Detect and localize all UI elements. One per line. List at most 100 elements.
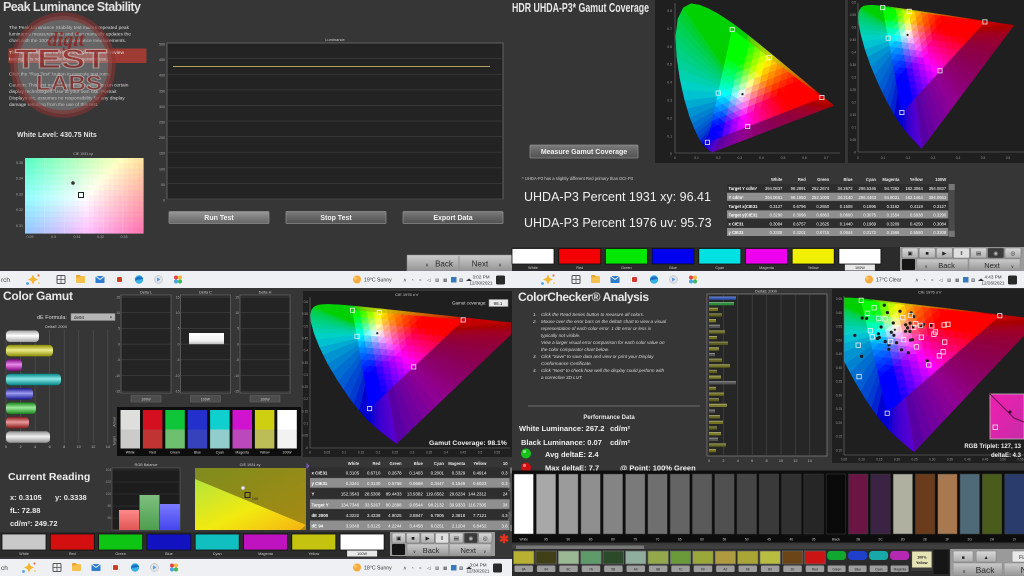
svg-text:0.3: 0.3 <box>501 471 508 476</box>
svg-text:98.1: 98.1 <box>494 301 503 306</box>
svg-text:98: 98 <box>746 568 750 572</box>
svg-text:34: 34 <box>503 502 508 507</box>
svg-text:0.45: 0.45 <box>302 336 308 340</box>
svg-text:0.3172: 0.3172 <box>863 230 876 235</box>
svg-text:13.9382: 13.9382 <box>407 492 423 497</box>
svg-text:98.2132: 98.2132 <box>428 502 444 507</box>
svg-text:White Luminance: 267.2: White Luminance: 267.2 <box>519 424 604 433</box>
svg-text:2E: 2E <box>791 568 795 572</box>
svg-text:ColorChecker® Analysis: ColorChecker® Analysis <box>518 290 649 304</box>
svg-text:ch: ch <box>1 565 8 572</box>
svg-text:12: 12 <box>91 445 95 449</box>
svg-text:y CIE31: y CIE31 <box>729 230 745 235</box>
svg-text:Red: Red <box>69 552 76 556</box>
svg-text:3.4338: 3.4338 <box>367 513 381 518</box>
svg-text:TEST: TEST <box>15 44 108 74</box>
svg-text:FL: FL <box>1019 555 1024 561</box>
svg-text:0.8: 0.8 <box>667 9 672 13</box>
svg-text:65: 65 <box>678 538 682 542</box>
svg-text:100W: 100W <box>282 451 292 455</box>
svg-text:0.35: 0.35 <box>16 161 23 165</box>
svg-text:Actual: Actual <box>508 482 512 491</box>
svg-text:◉: ◉ <box>468 536 473 542</box>
svg-text:0.33: 0.33 <box>16 192 23 196</box>
svg-text:0.2: 0.2 <box>852 101 857 105</box>
svg-text:▲: ▲ <box>984 555 989 561</box>
svg-text:fL: 72.88: fL: 72.88 <box>10 506 40 515</box>
svg-text:Green: Green <box>170 451 180 455</box>
svg-text:-10: -10 <box>175 374 180 378</box>
svg-text:5B: 5B <box>611 568 615 572</box>
svg-text:0.3329: 0.3329 <box>452 471 466 476</box>
svg-text:0.4119: 0.4119 <box>910 204 923 209</box>
svg-text:▤: ▤ <box>454 536 460 542</box>
svg-text:▧: ▧ <box>459 566 464 571</box>
svg-text:3.9348: 3.9348 <box>346 524 360 529</box>
svg-text:1.: 1. <box>533 312 537 317</box>
svg-text:0: 0 <box>118 342 120 346</box>
svg-text:Peak Luminance Stability: Peak Luminance Stability <box>3 0 141 14</box>
svg-text:80: 80 <box>611 538 615 542</box>
svg-text:▤: ▤ <box>976 251 982 257</box>
svg-text:4: 4 <box>737 459 739 463</box>
svg-text:Cyan: Cyan <box>434 461 445 466</box>
svg-text:White: White <box>519 538 528 542</box>
svg-text:0.2: 0.2 <box>667 116 672 120</box>
svg-text:0: 0 <box>178 342 180 346</box>
svg-text:-15: -15 <box>175 390 180 394</box>
svg-text:◁: ◁ <box>427 278 431 283</box>
svg-text:Delta L: Delta L <box>140 291 152 295</box>
svg-text:0.40: 0.40 <box>964 458 970 462</box>
svg-text:500: 500 <box>159 43 165 47</box>
svg-text:2I: 2I <box>1013 538 1016 542</box>
svg-text:0.5: 0.5 <box>781 156 786 160</box>
svg-text:0.25: 0.25 <box>911 458 917 462</box>
svg-text:Delta C: Delta C <box>199 291 212 295</box>
svg-text:Yellow: Yellow <box>308 552 319 556</box>
svg-text:200: 200 <box>159 136 165 140</box>
svg-text:0.1: 0.1 <box>881 156 886 160</box>
svg-text:0.3201: 0.3201 <box>793 230 806 235</box>
svg-text:3.: 3. <box>533 354 537 359</box>
svg-text:Red: Red <box>372 461 380 466</box>
svg-text:100W: 100W <box>141 397 151 401</box>
svg-text:0.6: 0.6 <box>852 1 857 5</box>
svg-text:Gamut coverage:: Gamut coverage: <box>452 301 487 306</box>
svg-text:0.3084: 0.3084 <box>770 221 783 226</box>
svg-text:Yellow: Yellow <box>916 561 928 565</box>
svg-text:0.45: 0.45 <box>850 38 856 42</box>
svg-text:0.31: 0.31 <box>16 224 23 228</box>
svg-text:0.3: 0.3 <box>931 156 936 160</box>
svg-text:0.55: 0.55 <box>302 312 308 316</box>
svg-text:0.1508: 0.1508 <box>840 204 853 209</box>
svg-text:Cyan: Cyan <box>213 552 222 556</box>
svg-text:* UHDA-P3 has a slightly diffe: * UHDA-P3 has a slightly different Red p… <box>522 176 634 181</box>
svg-text:0.3290: 0.3290 <box>770 213 783 218</box>
svg-text:Magenta: Magenta <box>882 177 900 182</box>
svg-text:dE Formula:: dE Formula: <box>37 315 67 321</box>
svg-text:0.1549: 0.1549 <box>452 481 466 486</box>
svg-text:Export Data: Export Data <box>433 215 472 222</box>
svg-text:0.15: 0.15 <box>836 435 842 439</box>
svg-text:0.60: 0.60 <box>836 311 842 315</box>
svg-text:White: White <box>771 177 783 182</box>
svg-text:Green: Green <box>817 177 830 182</box>
svg-text:96: 96 <box>107 516 111 520</box>
svg-text:-5: -5 <box>176 358 179 362</box>
svg-text:Yellow: Yellow <box>260 451 270 455</box>
svg-text:0.3: 0.3 <box>737 156 742 160</box>
svg-text:3.8847: 3.8847 <box>409 513 423 518</box>
svg-text:70: 70 <box>656 538 660 542</box>
svg-text:0.7: 0.7 <box>667 27 672 31</box>
svg-text:152.3543: 152.3543 <box>341 492 360 497</box>
svg-text:9.0544: 9.0544 <box>409 502 423 507</box>
svg-text:0.6863: 0.6863 <box>816 213 829 218</box>
svg-text:0.2: 0.2 <box>906 156 911 160</box>
svg-text:12/26/2021: 12/26/2021 <box>982 281 1005 286</box>
svg-text:◎: ◎ <box>1010 251 1015 257</box>
svg-text:0.3162: 0.3162 <box>887 204 900 209</box>
svg-text:▧: ▧ <box>971 278 976 283</box>
svg-text:100W: 100W <box>935 177 946 182</box>
svg-text:■: ■ <box>962 555 965 561</box>
svg-text:0.2: 0.2 <box>304 397 309 401</box>
